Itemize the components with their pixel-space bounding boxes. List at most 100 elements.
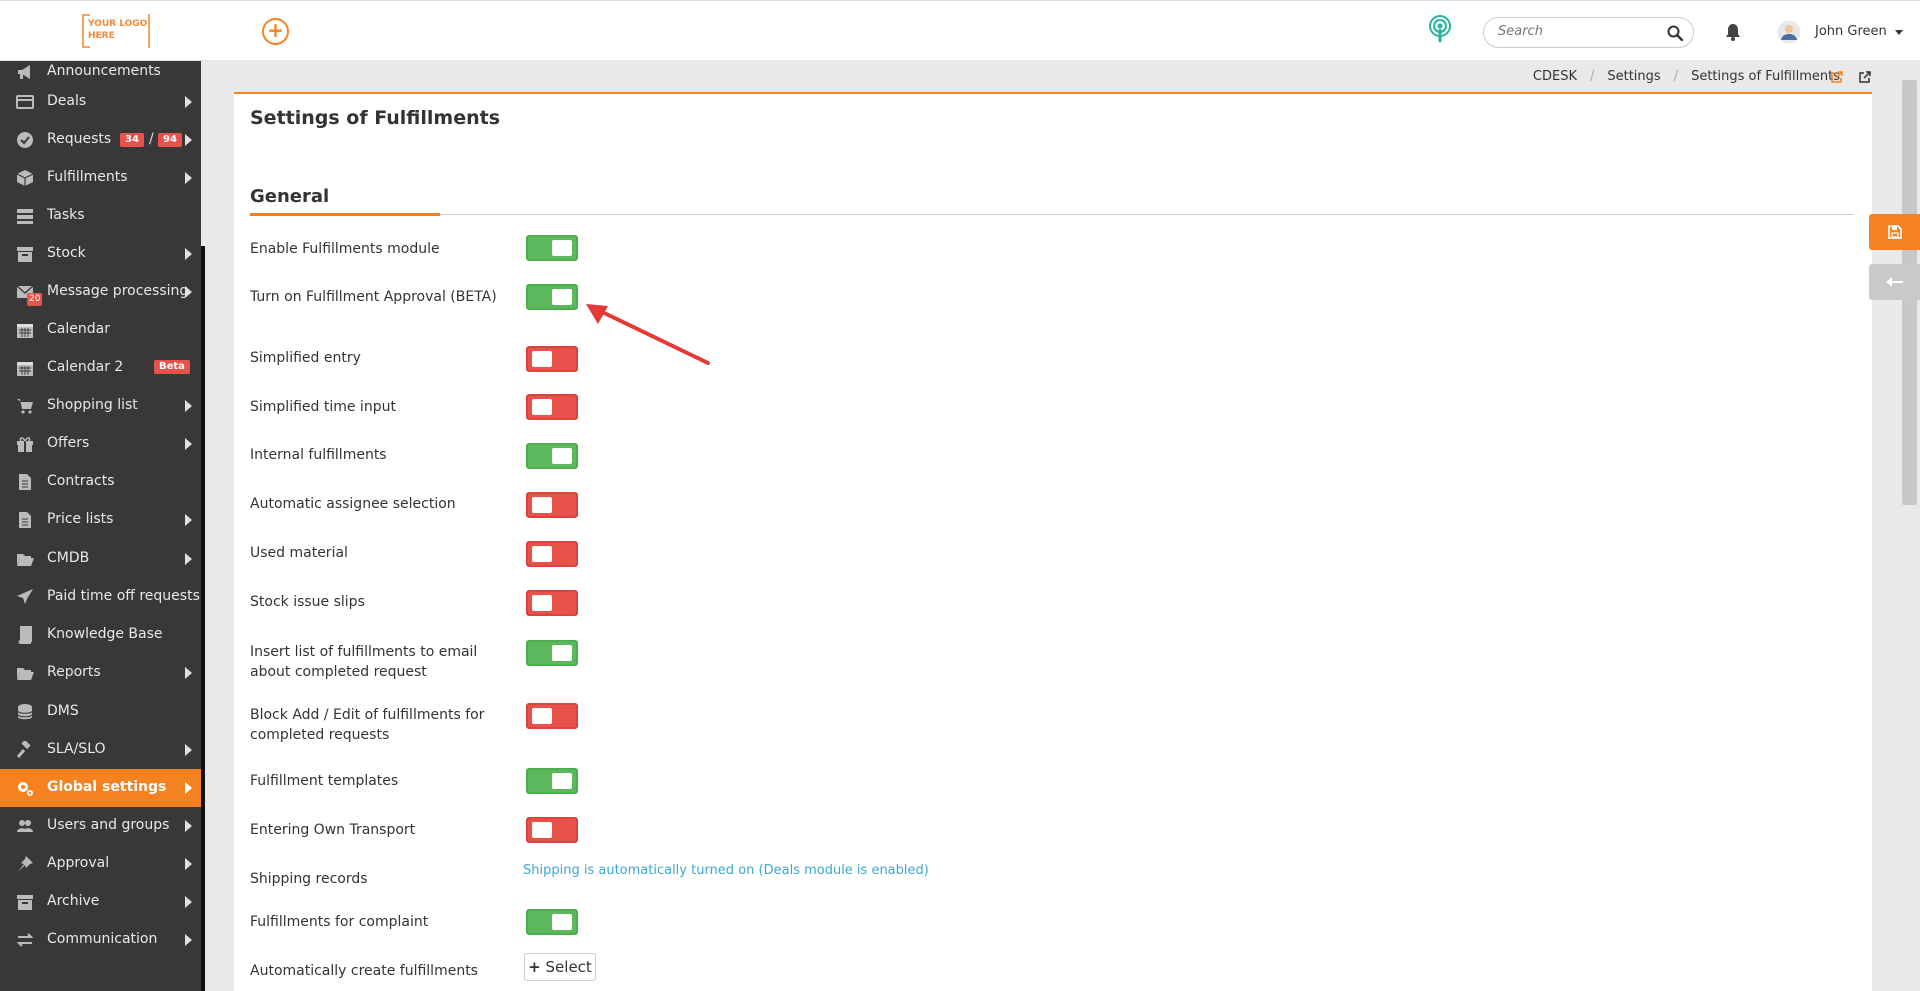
setting-label-block-add-edit-of-fulfillments-for-completed-requests: Block Add / Edit of fulfillments for com… — [250, 707, 485, 743]
sidebar-item-shopping-list[interactable]: Shopping list — [0, 387, 201, 425]
select-button[interactable]: + Select — [524, 953, 596, 981]
setting-label-automatically-create-fulfillments: Automatically create fulfillments — [250, 963, 478, 979]
toggle-simplified-entry[interactable] — [526, 346, 578, 372]
toggle-simplified-time-input[interactable] — [526, 394, 578, 420]
search-icon[interactable] — [1667, 25, 1683, 41]
sidebar-item-contracts[interactable]: Contracts — [0, 463, 201, 501]
setting-label-insert-list-of-fulfillments-to-email-about-completed-request: Insert list of fulfillments to email abo… — [250, 644, 478, 680]
toggle-knob — [552, 645, 572, 661]
caret-right-icon — [185, 438, 192, 450]
toggle-internal-fulfillments[interactable] — [526, 443, 578, 469]
external-link-icon[interactable] — [1831, 71, 1843, 83]
check-circle-icon — [17, 132, 33, 148]
chevron-down-icon[interactable] — [1895, 30, 1903, 35]
select-button-label: Select — [545, 958, 592, 976]
sidebar-item-reports[interactable]: Reports — [0, 654, 201, 692]
sidebar-item-deals[interactable]: Deals — [0, 83, 201, 121]
sidebar-item-label: Approval — [47, 855, 110, 871]
sidebar-item-label: Archive — [47, 893, 100, 909]
sidebar-item-label: Communication — [47, 931, 158, 947]
sidebar-item-label: SLA/SLO — [47, 741, 106, 757]
toggle-knob — [532, 497, 552, 513]
search-box — [1483, 17, 1694, 48]
toggle-knob — [552, 773, 572, 789]
sidebar-item-knowledge-base[interactable]: Knowledge Base — [0, 616, 201, 654]
sidebar-item-message-processing[interactable]: Message processing 20 — [0, 273, 201, 311]
toggle-stock-issue-slips[interactable] — [526, 590, 578, 616]
breadcrumb-current: Settings of Fulfillments — [1691, 69, 1840, 84]
gift-icon — [17, 437, 33, 452]
sidebar-item-label: Paid time off requests — [47, 588, 200, 604]
quick-add-button[interactable]: + — [262, 18, 289, 45]
sidebar-item-dms[interactable]: DMS — [0, 693, 201, 731]
podcast-icon[interactable] — [1428, 15, 1452, 43]
user-name[interactable]: John Green — [1815, 24, 1887, 39]
setting-label-internal-fulfillments: Internal fulfillments — [250, 447, 387, 463]
caret-right-icon — [185, 934, 192, 946]
sidebar-item-approval[interactable]: Approval — [0, 845, 201, 883]
save-button[interactable] — [1869, 214, 1920, 250]
caret-right-icon — [185, 553, 192, 565]
sidebar-item-requests[interactable]: Requests 34 / 94 — [0, 121, 201, 159]
sidebar-item-cmdb[interactable]: CMDB — [0, 540, 201, 578]
beta-badge: Beta — [154, 360, 190, 374]
sidebar-item-users-and-groups[interactable]: Users and groups — [0, 807, 201, 845]
users-icon — [17, 820, 33, 832]
breadcrumb-cdesk[interactable]: CDESK — [1533, 69, 1577, 84]
sidebar-item-global-settings[interactable]: Global settings — [0, 769, 201, 807]
sidebar-item-sla-slo[interactable]: SLA/SLO — [0, 731, 201, 769]
caret-right-icon — [185, 286, 192, 298]
sidebar-item-communication[interactable]: Communication — [0, 921, 201, 959]
box-icon — [16, 170, 34, 186]
user-avatar[interactable] — [1777, 20, 1801, 44]
sidebar-item-price-lists[interactable]: Price lists — [0, 501, 201, 539]
setting-label-simplified-time-input: Simplified time input — [250, 399, 396, 415]
setting-label-enable-fulfillments-module: Enable Fulfillments module — [250, 241, 440, 257]
toggle-enable-fulfillments-module[interactable] — [526, 235, 578, 261]
toggle-knob — [532, 546, 552, 562]
sidebar-item-fulfillments[interactable]: Fulfillments — [0, 159, 201, 197]
caret-right-icon — [185, 744, 192, 756]
caret-right-icon — [185, 896, 192, 908]
sidebar-item-calendar[interactable]: Calendar — [0, 311, 201, 349]
sidebar-item-archive[interactable]: Archive — [0, 883, 201, 921]
gavel-icon — [16, 741, 31, 758]
breadcrumb-separator: / — [1589, 69, 1595, 84]
breadcrumb: CDESK / Settings / Settings of Fulfillments — [1529, 69, 1844, 84]
sidebar-item-label: DMS — [47, 703, 79, 719]
toggle-used-material[interactable] — [526, 541, 578, 567]
open-new-window-icon[interactable] — [1859, 71, 1871, 83]
setting-label-shipping-records: Shipping records — [250, 871, 368, 887]
caret-right-icon — [185, 820, 192, 832]
toggle-turn-on-fulfillment-approval-beta[interactable] — [526, 284, 578, 310]
sidebar-item-stock[interactable]: Stock — [0, 235, 201, 273]
archive-icon — [17, 895, 33, 910]
toggle-automatic-assignee-selection[interactable] — [526, 492, 578, 518]
plus-icon: + — [528, 958, 541, 976]
sidebar-item-label: Requests — [47, 131, 112, 147]
back-button[interactable] — [1869, 264, 1920, 300]
toggle-fulfillment-templates[interactable] — [526, 768, 578, 794]
sidebar-scrollbar[interactable] — [201, 246, 205, 991]
sidebar-item-calendar-2[interactable]: Calendar 2 Beta — [0, 349, 201, 387]
caret-right-icon — [185, 172, 192, 184]
sidebar-item-tasks[interactable]: Tasks — [0, 197, 201, 235]
requests-separator: / — [149, 131, 154, 147]
search-input[interactable] — [1498, 24, 1658, 39]
page-title: Settings of Fulfillments — [250, 107, 501, 129]
breadcrumb-settings[interactable]: Settings — [1607, 69, 1660, 84]
caret-right-icon — [185, 96, 192, 108]
caret-right-icon — [185, 858, 192, 870]
company-logo[interactable]: YOUR LOGO HERE — [82, 14, 150, 48]
section-title-general: General — [250, 186, 330, 207]
sidebar-item-paid-time-off-requests[interactable]: Paid time off requests — [0, 578, 201, 616]
toggle-entering-own-transport[interactable] — [526, 817, 578, 843]
setting-label-turn-on-fulfillment-approval-beta: Turn on Fulfillment Approval (BETA) — [250, 289, 497, 305]
sidebar-item-label: Shopping list — [47, 397, 138, 413]
toggle-block-add-edit-of-fulfillments-for-completed-requests[interactable] — [526, 703, 578, 729]
bell-icon[interactable] — [1725, 23, 1741, 41]
toggle-fulfillments-for-complaint[interactable] — [526, 909, 578, 935]
toggle-insert-list-of-fulfillments-to-email-about-completed-request[interactable] — [526, 640, 578, 666]
sidebar-item-label: Deals — [47, 93, 87, 109]
sidebar-item-offers[interactable]: Offers — [0, 425, 201, 463]
